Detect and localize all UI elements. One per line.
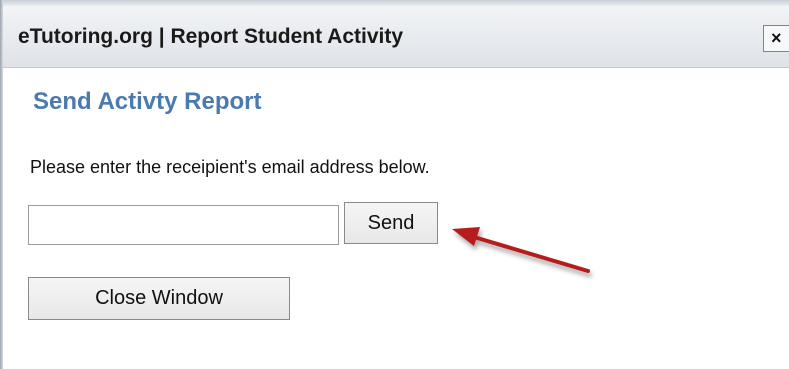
dialog-heading: Send Activty Report [33, 88, 262, 115]
instruction-text: Please enter the receipient's email addr… [30, 157, 430, 177]
email-field[interactable] [28, 205, 339, 245]
close-window-button[interactable]: Close Window [28, 277, 290, 320]
send-button[interactable]: Send [344, 202, 438, 244]
window-title: eTutoring.org | Report Student Activity [18, 25, 404, 48]
window-titlebar: eTutoring.org | Report Student Activity … [3, 6, 789, 68]
red-arrow-icon [452, 227, 590, 273]
close-icon[interactable]: × [763, 25, 789, 52]
report-activity-window: eTutoring.org | Report Student Activity … [0, 0, 789, 369]
